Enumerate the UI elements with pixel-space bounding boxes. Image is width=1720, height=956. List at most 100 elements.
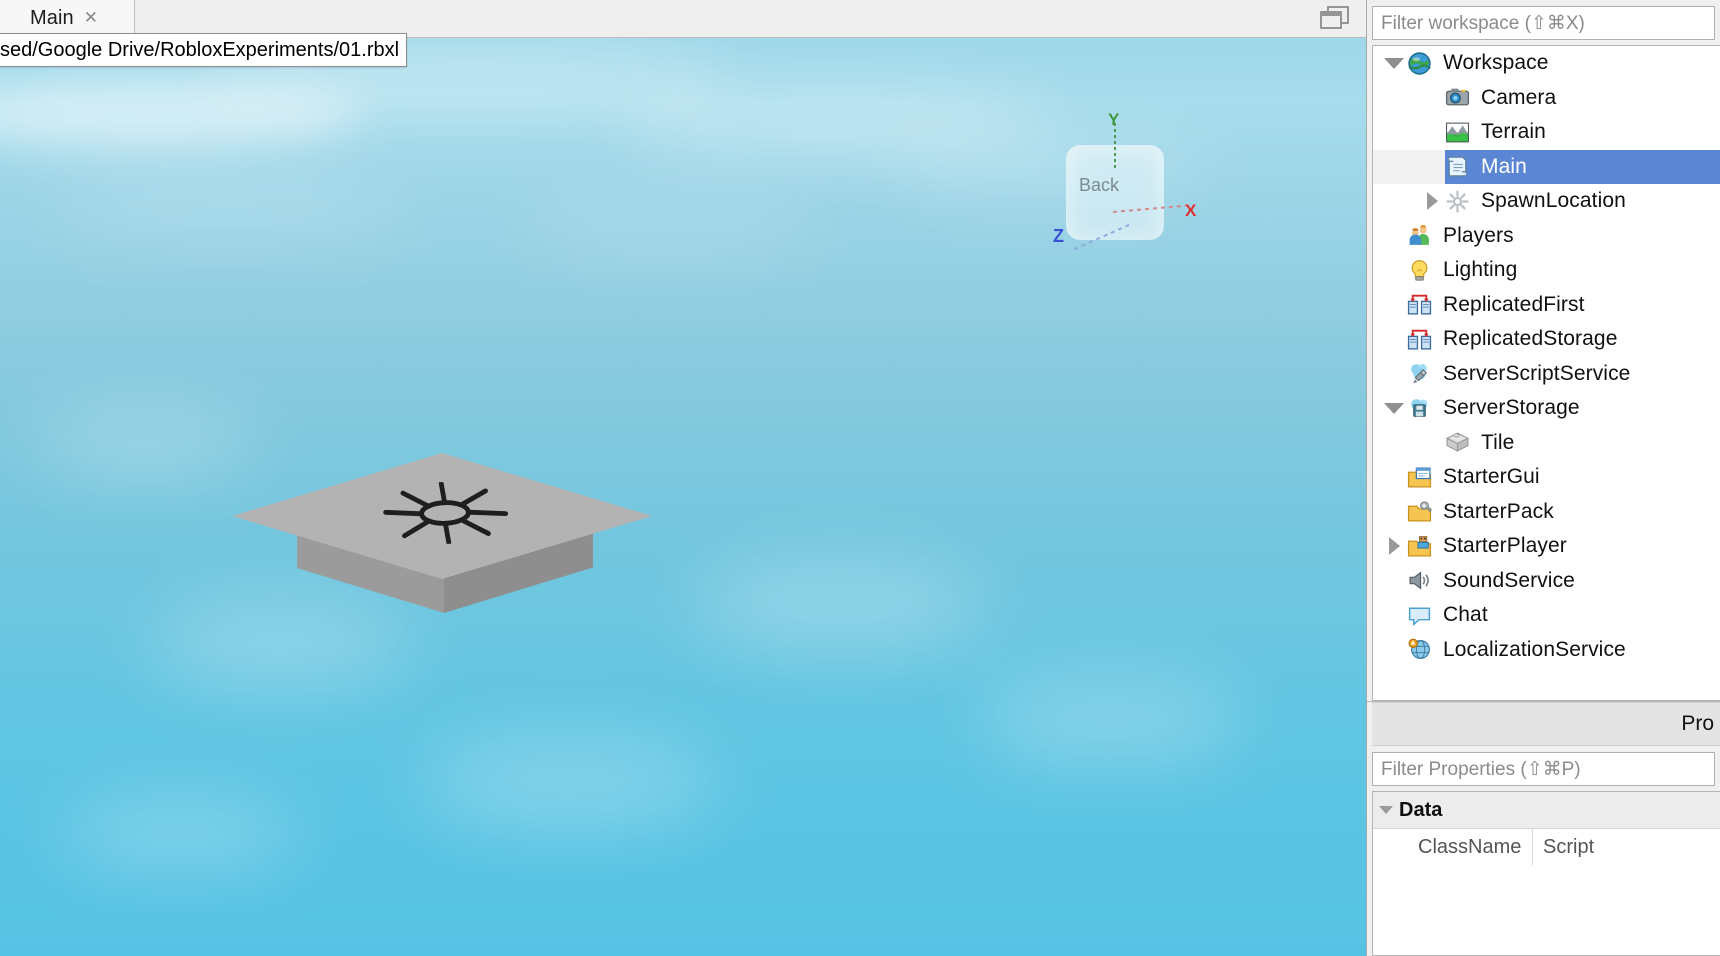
axis-x-line bbox=[1112, 204, 1191, 213]
tree-row-replicatedfirst[interactable]: ReplicatedFirst bbox=[1373, 288, 1720, 323]
property-group-data[interactable]: Data bbox=[1373, 792, 1720, 829]
tree-row-localizationservice[interactable]: LocalizationService bbox=[1373, 633, 1720, 668]
tree-row-label: StarterGui bbox=[1443, 465, 1540, 489]
cloud-wisp bbox=[690, 558, 990, 653]
axis-x-label: X bbox=[1185, 201, 1197, 220]
tree-row-label: ReplicatedStorage bbox=[1443, 327, 1618, 351]
axis-z-label: Z bbox=[1053, 226, 1064, 246]
axis-z-line bbox=[1073, 223, 1132, 251]
tree-row-workspace[interactable]: Workspace bbox=[1373, 46, 1720, 81]
cloud-wisp bbox=[60, 798, 300, 868]
tree-row-spawnlocation[interactable]: SpawnLocation bbox=[1373, 184, 1720, 219]
view-cube-body[interactable] bbox=[1066, 145, 1164, 240]
tree-row-main[interactable]: Main bbox=[1373, 149, 1720, 184]
tree-row-startergui[interactable]: StarterGui bbox=[1373, 460, 1720, 495]
part-brick-icon bbox=[1445, 430, 1470, 455]
cloud-wisp bbox=[0, 78, 360, 148]
property-row[interactable]: ClassName Script bbox=[1373, 829, 1720, 865]
properties-title-bar: Pro bbox=[1372, 702, 1720, 746]
property-group-label: Data bbox=[1399, 798, 1443, 821]
properties-title: Pro bbox=[1681, 712, 1714, 735]
view-cube-gizmo[interactable]: Back Y X Z bbox=[1041, 110, 1196, 268]
tree-row-label: Players bbox=[1443, 223, 1514, 247]
tree-row-label: StarterPack bbox=[1443, 499, 1554, 523]
camera-icon bbox=[1445, 85, 1470, 110]
tree-row-lighting[interactable]: Lighting bbox=[1373, 253, 1720, 288]
tree-row-label: Workspace bbox=[1443, 51, 1549, 75]
explorer-filter-input[interactable]: Filter workspace (⇧⌘X) bbox=[1372, 6, 1715, 40]
chat-bubble-icon bbox=[1407, 603, 1432, 628]
tree-row-terrain[interactable]: Terrain bbox=[1373, 115, 1720, 150]
tree-row-label: LocalizationService bbox=[1443, 637, 1626, 661]
tree-row-label: Chat bbox=[1443, 603, 1488, 627]
3d-viewport[interactable]: Back Y X Z bbox=[0, 38, 1366, 956]
cloud-wisp bbox=[420, 738, 720, 828]
cloud-wisp bbox=[620, 93, 1050, 149]
tree-row-starterpack[interactable]: StarterPack bbox=[1373, 495, 1720, 530]
editor-area: Main ✕ sed/Google Drive/RobloxExperiment… bbox=[0, 0, 1366, 956]
terrain-icon bbox=[1445, 120, 1470, 145]
tree-row-label: SpawnLocation bbox=[1481, 189, 1626, 213]
replication-icon bbox=[1407, 327, 1432, 352]
tab-main[interactable]: Main ✕ bbox=[4, 0, 135, 37]
starter-player-icon bbox=[1407, 534, 1432, 559]
starter-pack-icon bbox=[1407, 499, 1432, 524]
window-restore-icon[interactable] bbox=[1318, 5, 1352, 32]
speaker-icon bbox=[1407, 568, 1432, 593]
property-value[interactable]: Script bbox=[1533, 836, 1720, 859]
tree-row-tile[interactable]: Tile bbox=[1373, 426, 1720, 461]
tree-row-replicatedstorage[interactable]: ReplicatedStorage bbox=[1373, 322, 1720, 357]
tree-row-camera[interactable]: Camera bbox=[1373, 81, 1720, 116]
chevron-right-icon[interactable] bbox=[1381, 537, 1407, 556]
tree-row-serverstorage[interactable]: ServerStorage bbox=[1373, 391, 1720, 426]
axis-y-line bbox=[1114, 123, 1116, 169]
server-script-icon bbox=[1407, 361, 1432, 386]
explorer-filter-wrap: Filter workspace (⇧⌘X) bbox=[1367, 0, 1720, 45]
tree-row-label: StarterPlayer bbox=[1443, 534, 1567, 558]
tree-row-label: ServerStorage bbox=[1443, 396, 1580, 420]
properties-filter-wrap: Filter Properties (⇧⌘P) bbox=[1367, 746, 1720, 791]
tree-row-label: ReplicatedFirst bbox=[1443, 292, 1585, 316]
properties-table[interactable]: Data ClassName Script bbox=[1372, 791, 1720, 956]
tree-row-label: Terrain bbox=[1481, 120, 1546, 144]
globe-icon bbox=[1407, 51, 1432, 76]
tree-row-players[interactable]: Players bbox=[1373, 219, 1720, 254]
spawnlocation-icon bbox=[1445, 189, 1470, 214]
tab-bar: Main ✕ sed/Google Drive/RobloxExperiment… bbox=[0, 0, 1366, 67]
server-storage-icon bbox=[1407, 396, 1432, 421]
chevron-right-icon[interactable] bbox=[1419, 192, 1445, 211]
tree-row-serverscriptservice[interactable]: ServerScriptService bbox=[1373, 357, 1720, 392]
tree-row-label: ServerScriptService bbox=[1443, 361, 1631, 385]
cloud-wisp bbox=[150, 598, 410, 688]
tree-row-soundservice[interactable]: SoundService bbox=[1373, 564, 1720, 599]
close-icon[interactable]: ✕ bbox=[84, 10, 98, 27]
chevron-down-icon[interactable] bbox=[1373, 806, 1399, 814]
chevron-down-icon[interactable] bbox=[1381, 57, 1407, 69]
tree-row-label: Camera bbox=[1481, 85, 1557, 109]
script-icon bbox=[1445, 154, 1470, 179]
replication-icon bbox=[1407, 292, 1432, 317]
cloud-wisp bbox=[880, 138, 1210, 190]
tree-row-chat[interactable]: Chat bbox=[1373, 598, 1720, 633]
tree-row-label: SoundService bbox=[1443, 568, 1575, 592]
starter-gui-icon bbox=[1407, 465, 1432, 490]
localization-icon bbox=[1407, 637, 1432, 662]
tab-bar-spacer bbox=[135, 0, 1318, 37]
cloud-wisp bbox=[50, 188, 410, 234]
roblox-studio-window: Main ✕ sed/Google Drive/RobloxExperiment… bbox=[0, 0, 1720, 956]
cloud-wisp bbox=[980, 678, 1240, 763]
chevron-down-icon[interactable] bbox=[1381, 402, 1407, 414]
properties-filter-input[interactable]: Filter Properties (⇧⌘P) bbox=[1372, 752, 1715, 786]
viewport-part-tile[interactable] bbox=[232, 453, 652, 614]
explorer-tree[interactable]: Workspace Camera Terrain Main SpawnLocation P… bbox=[1372, 45, 1720, 701]
sun-star-decal bbox=[383, 481, 509, 545]
properties-pane: Pro Filter Properties (⇧⌘P) Data ClassNam… bbox=[1367, 701, 1720, 956]
tree-row-starterplayer[interactable]: StarterPlayer bbox=[1373, 529, 1720, 564]
tab-label: Main bbox=[30, 7, 74, 29]
right-dock: Filter workspace (⇧⌘X) Workspace Camera Te… bbox=[1366, 0, 1720, 956]
players-icon bbox=[1407, 223, 1432, 248]
tree-row-label: Main bbox=[1481, 154, 1527, 178]
axis-y-label: Y bbox=[1108, 110, 1120, 129]
tab-bar-tools bbox=[1318, 0, 1366, 37]
view-cube-face-label: Back bbox=[1079, 175, 1120, 195]
